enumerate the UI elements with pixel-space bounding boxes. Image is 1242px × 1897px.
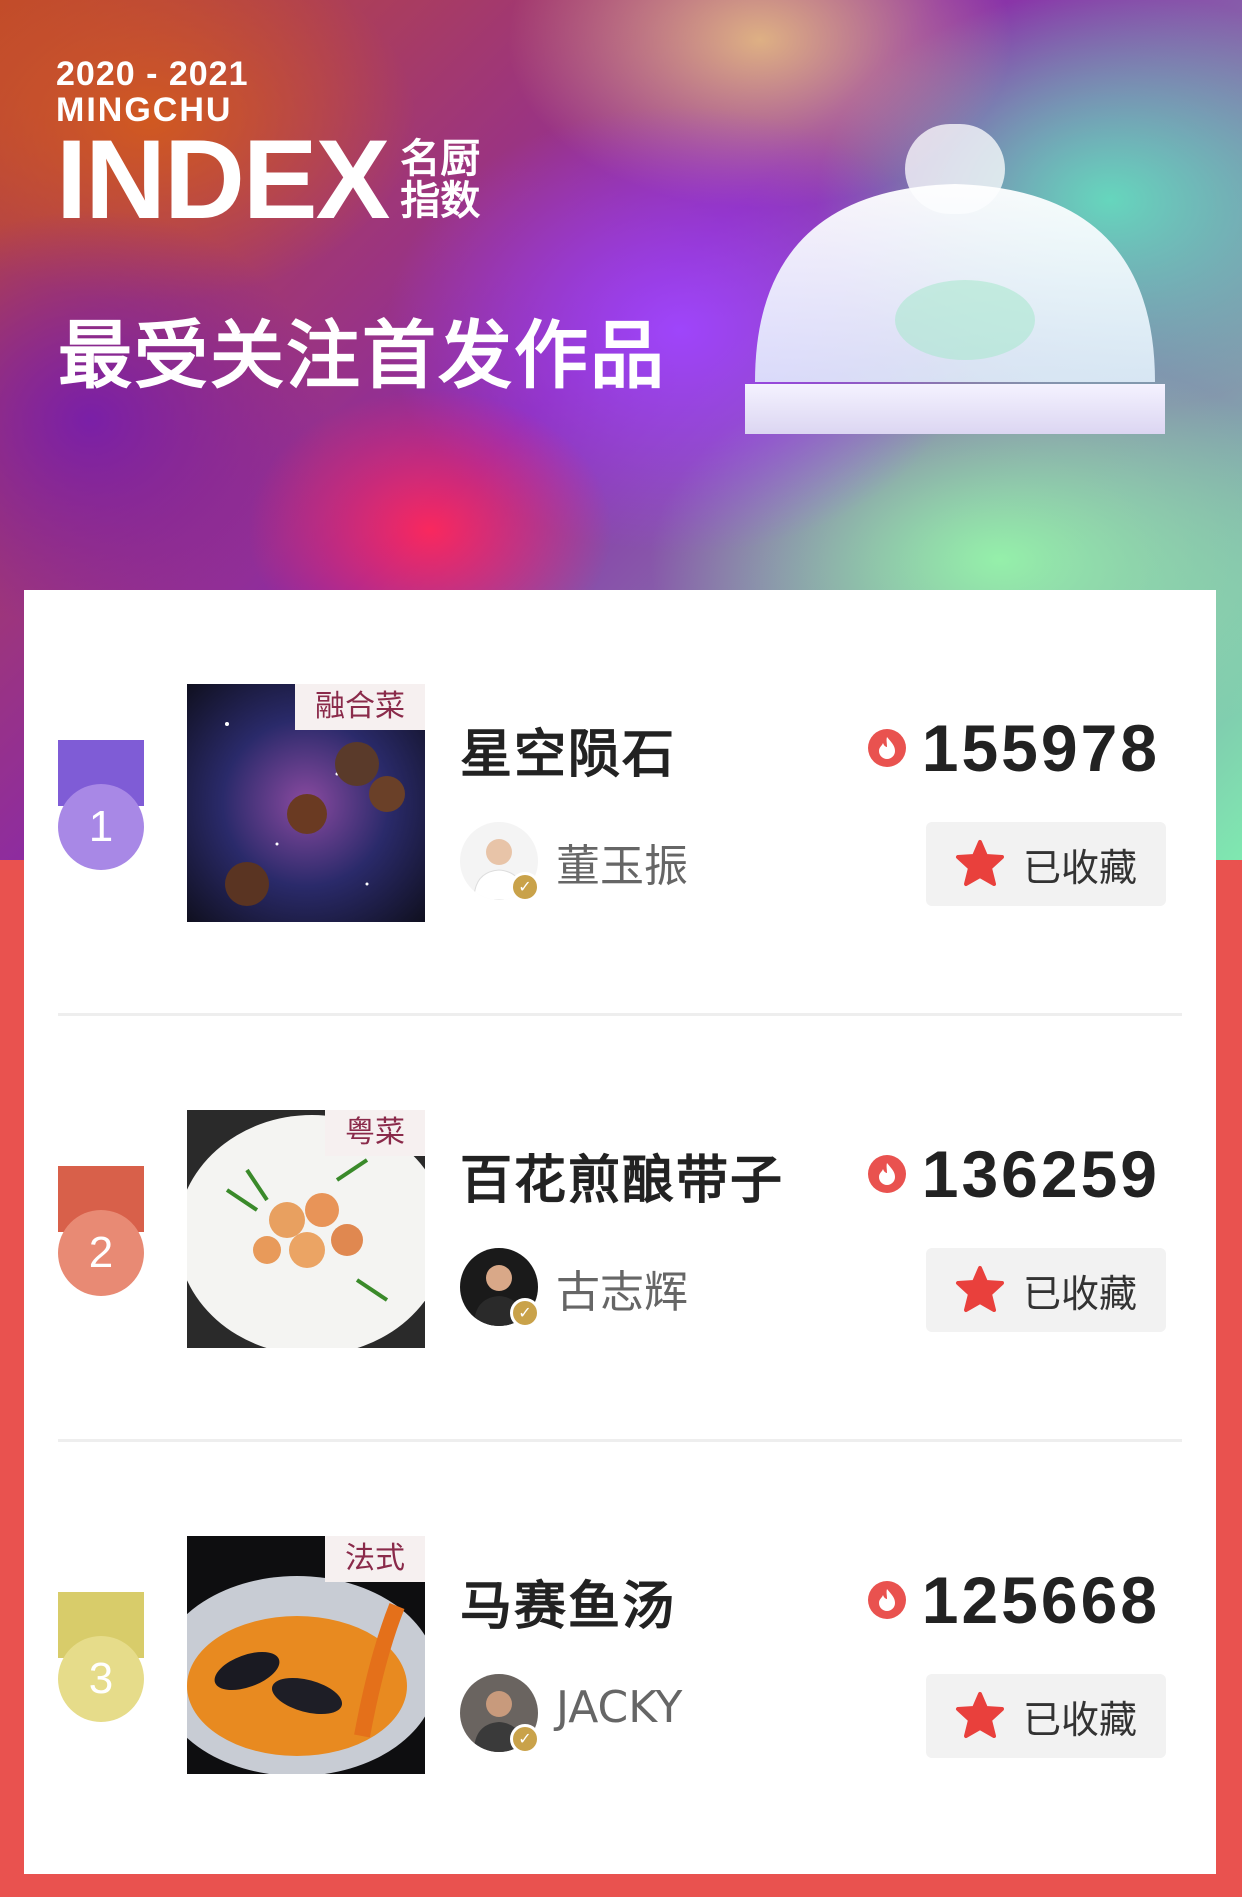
popularity-score: 125668 bbox=[866, 1562, 1160, 1638]
dish-image[interactable]: 粤菜 bbox=[187, 1110, 425, 1348]
popularity-score: 136259 bbox=[866, 1136, 1160, 1212]
score-value: 136259 bbox=[921, 1137, 1160, 1211]
score-value: 125668 bbox=[921, 1563, 1160, 1637]
star-icon bbox=[955, 1266, 1004, 1312]
logo-cn-line2: 指数 bbox=[400, 178, 481, 224]
rank-number: 3 bbox=[58, 1636, 144, 1722]
favorite-button[interactable]: 已收藏 bbox=[926, 1248, 1166, 1332]
star-icon bbox=[955, 840, 1004, 886]
chef-name[interactable]: 董玉振 bbox=[556, 830, 688, 894]
fire-icon bbox=[867, 729, 906, 767]
rank-number: 2 bbox=[58, 1210, 144, 1296]
dish-image[interactable]: 法式 bbox=[187, 1536, 425, 1774]
dish-image[interactable]: 融合菜 bbox=[187, 684, 425, 922]
rank-number: 1 bbox=[58, 784, 144, 870]
verified-check-icon: ✓ bbox=[510, 1298, 540, 1328]
logo-index: INDEX bbox=[56, 117, 390, 242]
ranking-card: 1 融合菜 星空陨石 ✓ 董玉振 155978 已收藏 2 粤菜 百花煎酿带子 … bbox=[24, 590, 1216, 1874]
popularity-score: 155978 bbox=[866, 710, 1160, 786]
page-title: 最受关注首发作品 bbox=[58, 313, 666, 399]
favorite-label: 已收藏 bbox=[1022, 1697, 1137, 1742]
cuisine-tag: 融合菜 bbox=[295, 684, 425, 730]
cuisine-tag: 法式 bbox=[325, 1536, 425, 1582]
verified-check-icon: ✓ bbox=[510, 1724, 540, 1754]
ranking-row[interactable]: 3 法式 马赛鱼汤 ✓ JACKY 125668 已收藏 bbox=[24, 1442, 1216, 1868]
logo-years: 2020 - 2021 bbox=[56, 55, 249, 93]
rank-medal: 3 bbox=[58, 1592, 144, 1722]
avatar[interactable]: ✓ bbox=[460, 1248, 540, 1328]
fire-icon bbox=[867, 1155, 906, 1193]
score-value: 155978 bbox=[921, 711, 1160, 785]
dish-title[interactable]: 星空陨石 bbox=[460, 712, 676, 787]
star-icon bbox=[955, 1692, 1004, 1738]
verified-check-icon: ✓ bbox=[510, 872, 540, 902]
favorite-label: 已收藏 bbox=[1022, 845, 1137, 890]
favorite-button[interactable]: 已收藏 bbox=[926, 822, 1166, 906]
logo-cn-line1: 名厨 bbox=[400, 136, 481, 182]
chef-name[interactable]: JACKY bbox=[556, 1682, 682, 1733]
rank-medal: 1 bbox=[58, 740, 144, 870]
fire-icon bbox=[867, 1581, 906, 1619]
dish-title[interactable]: 百花煎酿带子 bbox=[460, 1138, 784, 1213]
avatar[interactable]: ✓ bbox=[460, 822, 540, 902]
dish-title[interactable]: 马赛鱼汤 bbox=[460, 1564, 676, 1639]
rank-medal: 2 bbox=[58, 1166, 144, 1296]
ranking-row[interactable]: 2 粤菜 百花煎酿带子 ✓ 古志辉 136259 已收藏 bbox=[24, 1016, 1216, 1442]
favorite-button[interactable]: 已收藏 bbox=[926, 1674, 1166, 1758]
favorite-label: 已收藏 bbox=[1022, 1271, 1137, 1316]
ranking-row[interactable]: 1 融合菜 星空陨石 ✓ 董玉振 155978 已收藏 bbox=[24, 590, 1216, 1016]
cuisine-tag: 粤菜 bbox=[325, 1110, 425, 1156]
avatar[interactable]: ✓ bbox=[460, 1674, 540, 1754]
mingchu-index-logo: 2020 - 2021 MINGCHU INDEX 名厨 指数 bbox=[56, 55, 481, 242]
chef-name[interactable]: 古志辉 bbox=[556, 1256, 688, 1320]
cloche-icon bbox=[745, 124, 1165, 434]
